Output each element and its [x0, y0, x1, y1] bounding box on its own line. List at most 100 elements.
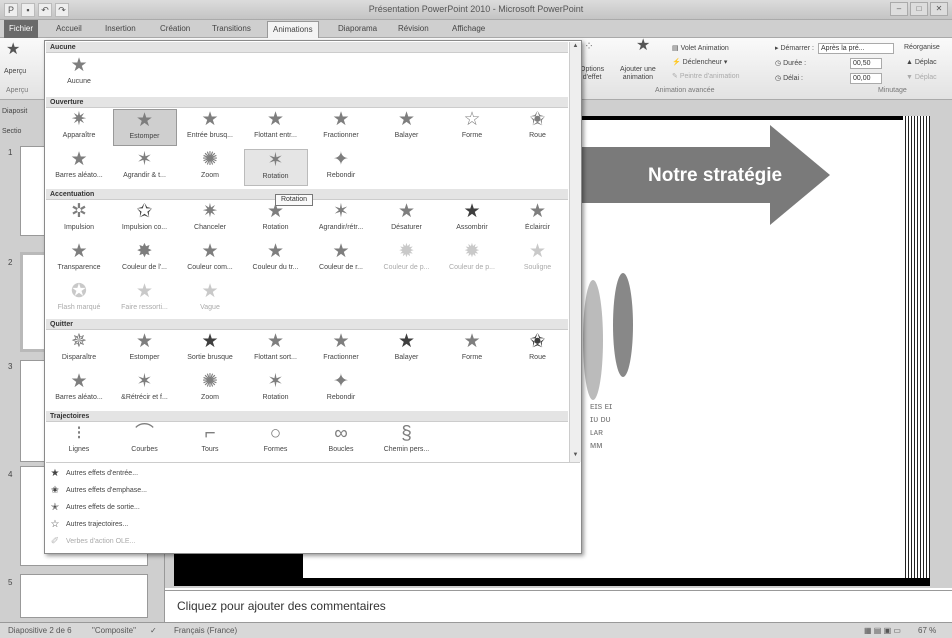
effect-accentuation-9[interactable]: ✸ Couleur de l'...: [113, 241, 177, 278]
effect-accentuation-5[interactable]: ★ Désaturer: [375, 201, 439, 238]
menu-ole-verbs[interactable]: ✐ Verbes d'action OLE...: [50, 536, 136, 547]
effect-accentuation-14[interactable]: ✹ Couleur de p...: [440, 241, 504, 278]
effect-quitter-1[interactable]: ★ Estomper: [113, 331, 177, 368]
effect-trajectoires-4[interactable]: ∞ Boucles: [309, 423, 373, 460]
effect-accentuation-3[interactable]: ★ Rotation: [244, 201, 308, 238]
tab-animations[interactable]: Animations: [267, 21, 319, 38]
path-icon: ○: [269, 423, 282, 444]
tab-fichier[interactable]: Fichier: [4, 20, 38, 38]
preview-star-icon[interactable]: ★: [6, 42, 20, 58]
delay-field[interactable]: 00,00: [850, 73, 882, 84]
effect-accentuation-13[interactable]: ✹ Couleur de p...: [375, 241, 439, 278]
star-icon: ★: [332, 241, 350, 262]
status-language[interactable]: Français (France): [174, 626, 237, 635]
effect-ouverture-7[interactable]: ✬ Roue: [506, 109, 570, 146]
effect-quitter-0[interactable]: ✵ Disparaître: [47, 331, 111, 368]
effect-options-button[interactable]: Options d'effet: [580, 66, 604, 82]
effect-accentuation-15[interactable]: ★ Souligne: [506, 241, 570, 278]
menu-more-emphasis[interactable]: ✬ Autres effets d'emphase...: [50, 485, 147, 496]
effect-accentuation-17[interactable]: ★ Faire ressorti...: [113, 281, 177, 318]
effect-ouverture-10[interactable]: ✺ Zoom: [178, 149, 242, 186]
sidebar-tab-slides[interactable]: Diaposit: [2, 108, 27, 115]
tab-affichage[interactable]: Affichage: [448, 23, 489, 34]
menu-more-entrance[interactable]: ★ Autres effets d'entrée...: [50, 468, 139, 479]
effect-trajectoires-3[interactable]: ○ Formes: [244, 423, 308, 460]
effect-quitter-8[interactable]: ★ Barres aléato...: [47, 371, 111, 408]
sidebar-tab-sections[interactable]: Sectio: [2, 128, 21, 135]
effect-ouverture-1[interactable]: ★ Estomper: [112, 109, 177, 146]
effect-aucune-0[interactable]: ★ Aucune: [47, 55, 111, 92]
add-animation-button[interactable]: Ajouter une animation: [620, 66, 656, 82]
effect-ouverture-8[interactable]: ★ Barres aléato...: [47, 149, 111, 186]
gallery-more-menu: ★ Autres effets d'entrée... ✬ Autres effet…: [46, 462, 580, 552]
effect-ouverture-4[interactable]: ★ Fractionner: [309, 109, 373, 146]
maximize-icon[interactable]: □: [910, 2, 928, 16]
slide-thumbnail-5[interactable]: [20, 574, 148, 618]
effect-accentuation-16[interactable]: ✪ Flash marqué: [47, 281, 111, 318]
move-later-button[interactable]: ▼ Déplac: [906, 74, 937, 81]
menu-more-paths[interactable]: ☆ Autres trajectoires...: [50, 519, 129, 530]
effect-quitter-3[interactable]: ★ Flottant sort...: [244, 331, 308, 368]
effect-quitter-5[interactable]: ★ Balayer: [375, 331, 439, 368]
effect-trajectoires-0[interactable]: ⁝ Lignes: [47, 423, 111, 460]
effect-quitter-7[interactable]: ✬ Roue: [506, 331, 570, 368]
effect-accentuation-18[interactable]: ★ Vague: [178, 281, 242, 318]
exit-star-icon: ✭: [50, 502, 60, 513]
effect-quitter-6[interactable]: ★ Forme: [440, 331, 504, 368]
minimize-icon[interactable]: –: [890, 2, 908, 16]
effect-quitter-4[interactable]: ★ Fractionner: [309, 331, 373, 368]
tab-transitions[interactable]: Transitions: [208, 23, 255, 34]
effect-ouverture-0[interactable]: ✷ Apparaître: [47, 109, 111, 146]
tab-diaporama[interactable]: Diaporama: [334, 23, 381, 34]
effect-trajectoires-2[interactable]: ⌐ Tours: [178, 423, 242, 460]
move-earlier-button[interactable]: ▲ Déplac: [906, 59, 937, 66]
tab-revision[interactable]: Révision: [394, 23, 433, 34]
effect-ouverture-9[interactable]: ✶ Agrandir & t...: [113, 149, 177, 186]
scroll-up-icon[interactable]: ▲: [571, 43, 580, 52]
animation-pane-button[interactable]: ▤ Volet Animation: [672, 44, 729, 52]
effect-ouverture-3[interactable]: ★ Flottant entr...: [244, 109, 308, 146]
close-icon[interactable]: ✕: [930, 2, 948, 16]
effect-trajectoires-5[interactable]: § Chemin pers...: [375, 423, 439, 460]
add-animation-icon[interactable]: ★: [636, 38, 650, 54]
effect-ouverture-2[interactable]: ★ Entrée brusq...: [178, 109, 242, 146]
effect-quitter-10[interactable]: ✺ Zoom: [178, 371, 242, 408]
scroll-down-icon[interactable]: ▼: [571, 452, 580, 461]
animation-painter-button[interactable]: ✎ Peintre d'animation: [672, 72, 740, 80]
effect-options-icon[interactable]: ⁘: [584, 40, 594, 52]
preview-button[interactable]: Aperçu: [4, 68, 26, 76]
effect-ouverture-11[interactable]: ✶ Rotation: [243, 149, 308, 186]
star-icon: ✶: [267, 150, 284, 171]
effect-accentuation-4[interactable]: ✶ Agrandir/rétr...: [309, 201, 373, 238]
menu-more-exit[interactable]: ✭ Autres effets de sortie...: [50, 502, 140, 513]
effect-quitter-9[interactable]: ✶ &Rétrécir et f...: [113, 371, 177, 408]
gallery-scrollbar[interactable]: ▲ ▼: [569, 42, 581, 462]
spellcheck-icon[interactable]: ✓: [150, 626, 157, 635]
tab-accueil[interactable]: Accueil: [52, 23, 86, 34]
effect-accentuation-2[interactable]: ✷ Chanceler: [178, 201, 242, 238]
effect-quitter-2[interactable]: ★ Sortie brusque: [178, 331, 242, 368]
effect-accentuation-1[interactable]: ✩ Impulsion co...: [113, 201, 177, 238]
start-select[interactable]: Après la pré...: [818, 43, 894, 54]
effect-quitter-12[interactable]: ✦ Rebondir: [309, 371, 373, 408]
effect-accentuation-0[interactable]: ✲ Impulsion: [47, 201, 111, 238]
effect-accentuation-12[interactable]: ★ Couleur de r...: [309, 241, 373, 278]
notes-pane[interactable]: Cliquez pour ajouter des commentaires: [165, 590, 952, 622]
duration-field[interactable]: 00,50: [850, 58, 882, 69]
effect-quitter-11[interactable]: ✶ Rotation: [244, 371, 308, 408]
trigger-button[interactable]: ⚡ Déclencheur ▾: [672, 58, 727, 66]
effect-ouverture-5[interactable]: ★ Balayer: [375, 109, 439, 146]
tab-insertion[interactable]: Insertion: [101, 23, 140, 34]
view-buttons[interactable]: ▦ ▤ ▣ ▭: [864, 626, 901, 635]
effect-ouverture-6[interactable]: ☆ Forme: [440, 109, 504, 146]
effect-accentuation-11[interactable]: ★ Couleur du tr...: [244, 241, 308, 278]
effect-ouverture-12[interactable]: ✦ Rebondir: [309, 149, 373, 186]
status-zoom[interactable]: 67 %: [918, 626, 936, 635]
window-title: Présentation PowerPoint 2010 - Microsoft…: [368, 4, 584, 14]
tab-creation[interactable]: Création: [156, 23, 194, 34]
effect-accentuation-7[interactable]: ★ Éclaircir: [506, 201, 570, 238]
effect-trajectoires-1[interactable]: ⌒ Courbes: [113, 423, 177, 460]
effect-accentuation-10[interactable]: ★ Couleur com...: [178, 241, 242, 278]
effect-accentuation-8[interactable]: ★ Transparence: [47, 241, 111, 278]
effect-accentuation-6[interactable]: ★ Assombrir: [440, 201, 504, 238]
